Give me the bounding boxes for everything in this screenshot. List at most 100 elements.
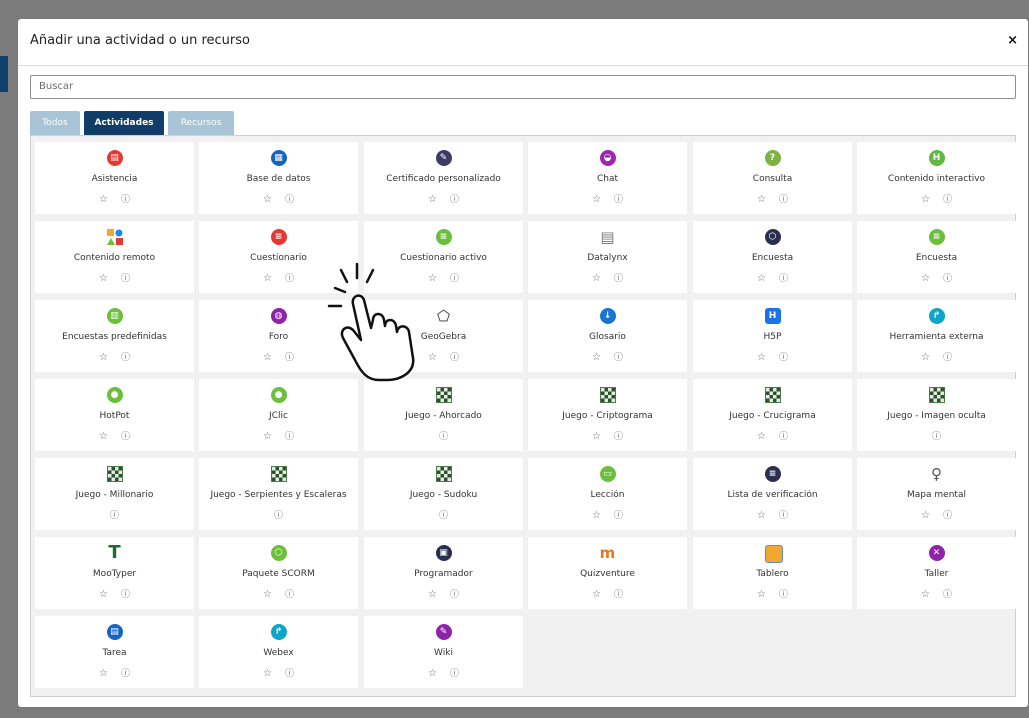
activity-tile[interactable]: ? Consulta ☆ ⓘ (693, 142, 852, 214)
info-icon[interactable]: ⓘ (941, 352, 955, 364)
activity-tile[interactable]: ▦ Base de datos ☆ ⓘ (199, 142, 358, 214)
activity-tile[interactable]: H Contenido interactivo ☆ ⓘ (857, 142, 1016, 214)
activity-tile[interactable]: Juego - Crucigrama ☆ ⓘ (693, 379, 852, 451)
info-icon[interactable]: ⓘ (119, 194, 133, 206)
info-icon[interactable]: ⓘ (777, 431, 791, 443)
star-icon[interactable]: ☆ (755, 589, 769, 601)
activity-tile[interactable]: m Quizventure ☆ ⓘ (528, 537, 687, 609)
info-icon[interactable]: ⓘ (119, 431, 133, 443)
activity-tile[interactable]: ▤ Datalynx ☆ ⓘ (528, 221, 687, 293)
info-icon[interactable]: ⓘ (612, 273, 626, 285)
info-icon[interactable]: ⓘ (612, 194, 626, 206)
star-icon[interactable]: ☆ (919, 194, 933, 206)
info-icon[interactable]: ⓘ (448, 668, 462, 680)
star-icon[interactable]: ☆ (755, 510, 769, 522)
info-icon[interactable]: ⓘ (283, 194, 297, 206)
activity-tile[interactable]: ◒ Chat ☆ ⓘ (528, 142, 687, 214)
activity-tile[interactable]: Juego - Ahorcado ⓘ (364, 379, 523, 451)
close-button[interactable]: × (1007, 33, 1018, 48)
star-icon[interactable]: ☆ (426, 589, 440, 601)
info-icon[interactable]: ⓘ (777, 352, 791, 364)
info-icon[interactable]: ⓘ (283, 273, 297, 285)
activity-tile[interactable]: ✎ Certificado personalizado ☆ ⓘ (364, 142, 523, 214)
activity-tile[interactable]: T MooTyper ☆ ⓘ (35, 537, 194, 609)
star-icon[interactable]: ☆ (261, 273, 275, 285)
info-icon[interactable]: ⓘ (930, 431, 944, 443)
star-icon[interactable]: ☆ (261, 431, 275, 443)
info-icon[interactable]: ⓘ (119, 352, 133, 364)
star-icon[interactable]: ☆ (590, 273, 604, 285)
info-icon[interactable]: ⓘ (437, 510, 451, 522)
star-icon[interactable]: ☆ (590, 589, 604, 601)
activity-tile[interactable]: ♀ Mapa mental ☆ ⓘ (857, 458, 1016, 530)
info-icon[interactable]: ⓘ (283, 589, 297, 601)
activity-tile[interactable]: H H5P ☆ ⓘ (693, 300, 852, 372)
tab-recursos[interactable]: Recursos (168, 111, 234, 135)
info-icon[interactable]: ⓘ (941, 589, 955, 601)
info-icon[interactable]: ⓘ (448, 589, 462, 601)
star-icon[interactable]: ☆ (261, 589, 275, 601)
star-icon[interactable]: ☆ (426, 668, 440, 680)
info-icon[interactable]: ⓘ (612, 352, 626, 364)
activity-tile[interactable]: Juego - Sudoku ⓘ (364, 458, 523, 530)
info-icon[interactable]: ⓘ (283, 668, 297, 680)
info-icon[interactable]: ⓘ (272, 510, 286, 522)
star-icon[interactable]: ☆ (97, 194, 111, 206)
activity-tile[interactable]: Juego - Criptograma ☆ ⓘ (528, 379, 687, 451)
activity-tile[interactable]: Juego - Imagen oculta ⓘ (857, 379, 1016, 451)
info-icon[interactable]: ⓘ (612, 589, 626, 601)
star-icon[interactable]: ☆ (97, 589, 111, 601)
info-icon[interactable]: ⓘ (941, 194, 955, 206)
star-icon[interactable]: ☆ (919, 589, 933, 601)
info-icon[interactable]: ⓘ (941, 273, 955, 285)
tab-todos[interactable]: Todos (30, 111, 80, 135)
star-icon[interactable]: ☆ (755, 273, 769, 285)
star-icon[interactable]: ☆ (919, 352, 933, 364)
activity-tile[interactable]: ▣ Programador ☆ ⓘ (364, 537, 523, 609)
activity-tile[interactable]: Juego - Millonario ⓘ (35, 458, 194, 530)
activity-tile[interactable]: ↓ Glosario ☆ ⓘ (528, 300, 687, 372)
info-icon[interactable]: ⓘ (448, 352, 462, 364)
star-icon[interactable]: ☆ (426, 194, 440, 206)
activity-tile[interactable]: ⬡ Encuesta ☆ ⓘ (693, 221, 852, 293)
star-icon[interactable]: ☆ (97, 668, 111, 680)
activity-tile[interactable]: ≡ Encuesta ☆ ⓘ (857, 221, 1016, 293)
star-icon[interactable]: ☆ (755, 352, 769, 364)
activity-tile[interactable]: ▥ Encuestas predefinidas ☆ ⓘ (35, 300, 194, 372)
info-icon[interactable]: ⓘ (108, 510, 122, 522)
info-icon[interactable]: ⓘ (777, 194, 791, 206)
star-icon[interactable]: ☆ (919, 510, 933, 522)
info-icon[interactable]: ⓘ (283, 431, 297, 443)
info-icon[interactable]: ⓘ (612, 431, 626, 443)
activity-tile[interactable]: ▤ Tarea ☆ ⓘ (35, 616, 194, 688)
star-icon[interactable]: ☆ (261, 668, 275, 680)
info-icon[interactable]: ⓘ (612, 510, 626, 522)
activity-tile[interactable]: ▤ Asistencia ☆ ⓘ (35, 142, 194, 214)
activity-tile[interactable]: ▭ Lección ☆ ⓘ (528, 458, 687, 530)
activity-tile[interactable]: ⬡ Paquete SCORM ☆ ⓘ (199, 537, 358, 609)
activity-tile[interactable]: ● HotPot ☆ ⓘ (35, 379, 194, 451)
star-icon[interactable]: ☆ (590, 510, 604, 522)
activity-tile[interactable]: ✎ Wiki ☆ ⓘ (364, 616, 523, 688)
info-icon[interactable]: ⓘ (119, 273, 133, 285)
search-input[interactable]: Buscar (30, 75, 1016, 99)
activity-tile[interactable]: ● JClic ☆ ⓘ (199, 379, 358, 451)
star-icon[interactable]: ☆ (755, 194, 769, 206)
info-icon[interactable]: ⓘ (119, 589, 133, 601)
info-icon[interactable]: ⓘ (941, 510, 955, 522)
info-icon[interactable]: ⓘ (119, 668, 133, 680)
tab-actividades[interactable]: Actividades (84, 111, 164, 135)
activity-tile[interactable]: Juego - Serpientes y Escaleras ⓘ (199, 458, 358, 530)
info-icon[interactable]: ⓘ (777, 510, 791, 522)
star-icon[interactable]: ☆ (590, 194, 604, 206)
info-icon[interactable]: ⓘ (448, 194, 462, 206)
activity-tile[interactable]: ≡ Lista de verificación ☆ ⓘ (693, 458, 852, 530)
star-icon[interactable]: ☆ (261, 194, 275, 206)
info-icon[interactable]: ⓘ (448, 273, 462, 285)
star-icon[interactable]: ☆ (97, 431, 111, 443)
star-icon[interactable]: ☆ (590, 431, 604, 443)
info-icon[interactable]: ⓘ (777, 273, 791, 285)
activity-tile[interactable]: ✕ Taller ☆ ⓘ (857, 537, 1016, 609)
info-icon[interactable]: ⓘ (283, 352, 297, 364)
star-icon[interactable]: ☆ (755, 431, 769, 443)
